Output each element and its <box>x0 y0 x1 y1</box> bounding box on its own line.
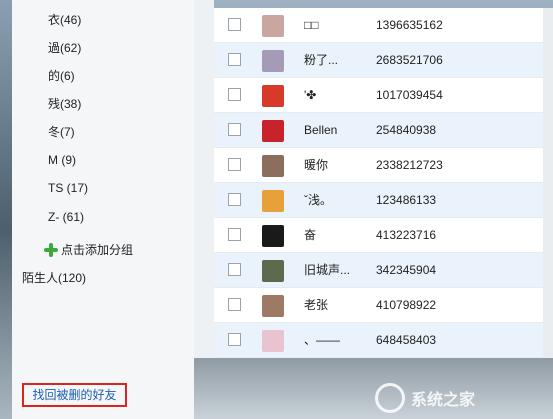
panel-divider <box>194 0 214 358</box>
friend-qq-number: 2683521706 <box>376 53 443 67</box>
avatar <box>262 330 284 352</box>
select-checkbox[interactable] <box>228 53 241 66</box>
group-item[interactable]: 的(6) <box>48 66 75 86</box>
friend-qq-number: 342345904 <box>376 263 437 277</box>
friend-row[interactable]: 粉了... 2683521706 <box>214 43 553 78</box>
friend-row[interactable]: '✤ 1017039454 <box>214 78 553 113</box>
friend-nickname: Bellen <box>304 123 338 137</box>
friend-row[interactable]: 奋 413223716 <box>214 218 553 253</box>
select-checkbox[interactable] <box>228 18 241 31</box>
avatar <box>262 260 284 282</box>
add-group-label: 点击添加分组 <box>61 243 134 257</box>
friend-qq-number: 648458403 <box>376 333 437 347</box>
friend-row[interactable]: ˇ浅。 123486133 <box>214 183 553 218</box>
friend-nickname: ˇ浅。 <box>304 193 332 207</box>
friend-nickname: 奋 <box>304 228 317 242</box>
list-scrollbar[interactable] <box>543 8 553 358</box>
avatar <box>262 225 284 247</box>
friend-qq-number: 1017039454 <box>376 88 443 102</box>
avatar <box>262 155 284 177</box>
friend-nickname: 暖你 <box>304 158 329 172</box>
friend-qq-number: 254840938 <box>376 123 437 137</box>
friend-row[interactable]: 、—— 648458403 <box>214 323 553 358</box>
group-panel: 衣(46) 過(62) 的(6) 残(38) 冬(7) M (9) TS (17… <box>12 0 194 419</box>
select-checkbox[interactable] <box>228 298 241 311</box>
group-item[interactable]: M (9) <box>48 150 76 170</box>
group-item[interactable]: TS (17) <box>48 178 88 198</box>
window-edge <box>0 0 12 419</box>
avatar <box>262 50 284 72</box>
avatar <box>262 85 284 107</box>
select-checkbox[interactable] <box>228 123 241 136</box>
select-checkbox[interactable] <box>228 263 241 276</box>
group-item[interactable]: 残(38) <box>48 94 81 114</box>
select-checkbox[interactable] <box>228 228 241 241</box>
friend-nickname: 粉了... <box>304 53 339 67</box>
friend-qq-number: 413223716 <box>376 228 437 242</box>
friend-row[interactable]: □□ 1396635162 <box>214 8 553 43</box>
select-checkbox[interactable] <box>228 193 241 206</box>
find-deleted-friends-button[interactable]: 找回被删的好友 <box>22 383 127 407</box>
add-group-button[interactable]: 点击添加分组 <box>44 240 133 260</box>
friend-qq-number: 1396635162 <box>376 18 443 32</box>
friend-row[interactable]: 老张 410798922 <box>214 288 553 323</box>
friend-nickname: 旧城声... <box>304 263 351 277</box>
watermark: 系统之家 <box>375 377 553 419</box>
friend-nickname: 老张 <box>304 298 329 312</box>
stranger-group[interactable]: 陌生人(120) <box>22 268 86 288</box>
friend-row[interactable]: Bellen 254840938 <box>214 113 553 148</box>
friend-qq-number: 2338212723 <box>376 158 443 172</box>
friend-nickname: '✤ <box>304 88 317 102</box>
plus-icon <box>44 243 58 257</box>
select-checkbox[interactable] <box>228 333 241 346</box>
group-item[interactable]: 過(62) <box>48 38 81 58</box>
group-item[interactable]: Z- (61) <box>48 207 84 227</box>
avatar <box>262 120 284 142</box>
avatar <box>262 190 284 212</box>
select-checkbox[interactable] <box>228 88 241 101</box>
friend-qq-number: 123486133 <box>376 193 437 207</box>
friend-list: □□ 1396635162 粉了... 2683521706 '✤ 101703… <box>214 8 553 358</box>
watermark-text: 系统之家 <box>411 392 476 409</box>
watermark-logo-icon <box>375 383 405 413</box>
group-item[interactable]: 冬(7) <box>48 122 75 142</box>
friend-row[interactable]: 旧城声... 342345904 <box>214 253 553 288</box>
group-item[interactable]: 衣(46) <box>48 10 81 30</box>
friend-nickname: □□ <box>304 18 319 32</box>
friend-row[interactable]: 暖你 2338212723 <box>214 148 553 183</box>
avatar <box>262 15 284 37</box>
select-checkbox[interactable] <box>228 158 241 171</box>
friend-qq-number: 410798922 <box>376 298 437 312</box>
avatar <box>262 295 284 317</box>
friend-nickname: 、—— <box>304 333 341 347</box>
